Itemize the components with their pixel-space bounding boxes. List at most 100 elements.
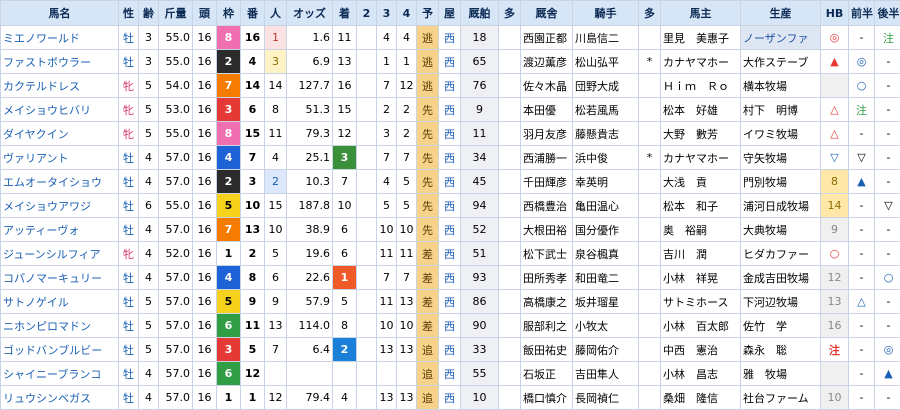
cell-chaku: 13: [333, 50, 357, 74]
column-header[interactable]: 馬名: [1, 1, 119, 26]
table-row[interactable]: リュウシンベガス牡457.016111279.441313追西10橋口慎介長岡禎…: [1, 386, 900, 410]
table-row[interactable]: ヴァリアント牡457.01647425.1377先西34西浦勝一浜中俊*カナヤマ…: [1, 146, 900, 170]
cell-name[interactable]: アッティーヴォ: [1, 218, 119, 242]
table-row[interactable]: ジューンシルフィア牝452.01612519.661111差西51松下武士泉谷楓…: [1, 242, 900, 266]
column-header[interactable]: 枠: [217, 1, 241, 26]
cell-tou: 16: [193, 122, 217, 146]
cell-name[interactable]: ダイヤクイン: [1, 122, 119, 146]
table-row[interactable]: ゴッドバンブルビー牡557.0163576.421313追西33飯田祐史藤岡佑介…: [1, 338, 900, 362]
cell-c4: 5: [397, 170, 417, 194]
cell-c3: 7: [377, 146, 397, 170]
cell-age: 3: [139, 26, 159, 50]
cell-waku: 7: [217, 218, 241, 242]
cell-sex: 牝: [119, 242, 139, 266]
column-header[interactable]: 多: [639, 1, 661, 26]
cell-kou: -: [875, 122, 900, 146]
table-row[interactable]: サトノゲイル牡557.01659957.951113差西86高橋康之坂井瑠星サト…: [1, 290, 900, 314]
cell-name[interactable]: ヴァリアント: [1, 146, 119, 170]
column-header[interactable]: 多: [499, 1, 521, 26]
cell-zen: -: [849, 362, 875, 386]
cell-ban: 9: [241, 290, 265, 314]
column-header[interactable]: HB: [821, 1, 849, 26]
cell-seisan: 雅 牧場: [741, 362, 821, 386]
cell-sex: 牡: [119, 386, 139, 410]
cell-name[interactable]: コパノマーキュリー: [1, 266, 119, 290]
cell-kou: -: [875, 218, 900, 242]
cell-c2: [357, 218, 377, 242]
cell-c4: 1: [397, 50, 417, 74]
column-header[interactable]: 生産: [741, 1, 821, 26]
cell-name[interactable]: シャイニーブランコ: [1, 362, 119, 386]
table-row[interactable]: ミエノワールド牡355.01681611.61144逃西18西園正都川島信二里見…: [1, 26, 900, 50]
cell-zen: -: [849, 218, 875, 242]
cell-kin: 55.0: [159, 122, 193, 146]
cell-hb: ▽: [821, 146, 849, 170]
column-header[interactable]: 頭: [193, 1, 217, 26]
cell-name[interactable]: リュウシンベガス: [1, 386, 119, 410]
cell-age: 5: [139, 74, 159, 98]
table-row[interactable]: カクテルドレス牝554.01671414127.716712逃西76佐々木晶団野…: [1, 74, 900, 98]
cell-ya: 西: [439, 98, 461, 122]
cell-hb: 9: [821, 218, 849, 242]
column-header[interactable]: 厩舶: [461, 1, 499, 26]
column-header[interactable]: 屋: [439, 1, 461, 26]
table-row[interactable]: コパノマーキュリー牡457.01648622.6177差西93田所秀孝和田竜二小…: [1, 266, 900, 290]
cell-yo: 追: [417, 338, 439, 362]
cell-ya: 西: [439, 218, 461, 242]
column-header[interactable]: 予: [417, 1, 439, 26]
cell-name[interactable]: ミエノワールド: [1, 26, 119, 50]
cell-banushi: カナヤマホー: [661, 50, 741, 74]
cell-kin: 57.0: [159, 290, 193, 314]
column-header[interactable]: 後半: [875, 1, 900, 26]
cell-name[interactable]: ファストボウラー: [1, 50, 119, 74]
column-header[interactable]: 厩舎: [521, 1, 573, 26]
column-header[interactable]: 3: [377, 1, 397, 26]
table-row[interactable]: アッティーヴォ牡457.0167131038.961010先西52大根田裕国分優…: [1, 218, 900, 242]
table-row[interactable]: ニホンピロマドン牡557.01661113114.081010差西90服部利之小…: [1, 314, 900, 338]
cell-banushi: サトミホース: [661, 290, 741, 314]
cell-chaku: 8: [333, 314, 357, 338]
column-header[interactable]: 性: [119, 1, 139, 26]
cell-kyusha: 橋口慎介: [521, 386, 573, 410]
cell-banushi: 里見 美惠子: [661, 26, 741, 50]
column-header[interactable]: 着: [333, 1, 357, 26]
column-header[interactable]: オッズ: [287, 1, 333, 26]
cell-name[interactable]: エムオータイショウ: [1, 170, 119, 194]
cell-hb: ▲: [821, 50, 849, 74]
table-row[interactable]: エムオータイショウ牡457.01623210.3745先西45千田輝彦幸英明大浅…: [1, 170, 900, 194]
cell-kou: -: [875, 290, 900, 314]
cell-kyusha: 服部利之: [521, 314, 573, 338]
column-header[interactable]: 2: [357, 1, 377, 26]
column-header[interactable]: 斤量: [159, 1, 193, 26]
cell-c2: [357, 194, 377, 218]
table-row[interactable]: ダイヤクイン牝555.0168151179.31232先西11羽月友彦藤懸貴志大…: [1, 122, 900, 146]
cell-c2: [357, 50, 377, 74]
table-row[interactable]: メイショウヒバリ牝553.01636851.31522先西9本田優松若風馬松本 …: [1, 98, 900, 122]
cell-name[interactable]: サトノゲイル: [1, 290, 119, 314]
cell-name[interactable]: メイショウヒバリ: [1, 98, 119, 122]
cell-yo: 先: [417, 194, 439, 218]
table-row[interactable]: シャイニーブランコ牡457.016612追西55石坂正吉田隼人小林 昌志雅 牧場…: [1, 362, 900, 386]
cell-c2: [357, 122, 377, 146]
column-header[interactable]: 騎手: [573, 1, 639, 26]
cell-kishu: 松山弘平: [573, 50, 639, 74]
cell-age: 4: [139, 242, 159, 266]
table-row[interactable]: ファストボウラー牡355.0162436.91311逃西65渡辺薫彦松山弘平*カ…: [1, 50, 900, 74]
cell-banushi: 小林 昌志: [661, 362, 741, 386]
column-header[interactable]: 齢: [139, 1, 159, 26]
column-header[interactable]: 4: [397, 1, 417, 26]
cell-name[interactable]: カクテルドレス: [1, 74, 119, 98]
cell-c4: [397, 362, 417, 386]
cell-ban: 2: [241, 242, 265, 266]
column-header[interactable]: 前半: [849, 1, 875, 26]
column-header[interactable]: 馬主: [661, 1, 741, 26]
cell-name[interactable]: ゴッドバンブルビー: [1, 338, 119, 362]
column-header[interactable]: 人: [265, 1, 287, 26]
cell-zen: -: [849, 26, 875, 50]
cell-sex: 牡: [119, 50, 139, 74]
cell-name[interactable]: メイショウアワジ: [1, 194, 119, 218]
cell-name[interactable]: ジューンシルフィア: [1, 242, 119, 266]
cell-name[interactable]: ニホンピロマドン: [1, 314, 119, 338]
column-header[interactable]: 番: [241, 1, 265, 26]
table-row[interactable]: メイショウアワジ牡655.01651015187.81055先西94西橋豊治亀田…: [1, 194, 900, 218]
